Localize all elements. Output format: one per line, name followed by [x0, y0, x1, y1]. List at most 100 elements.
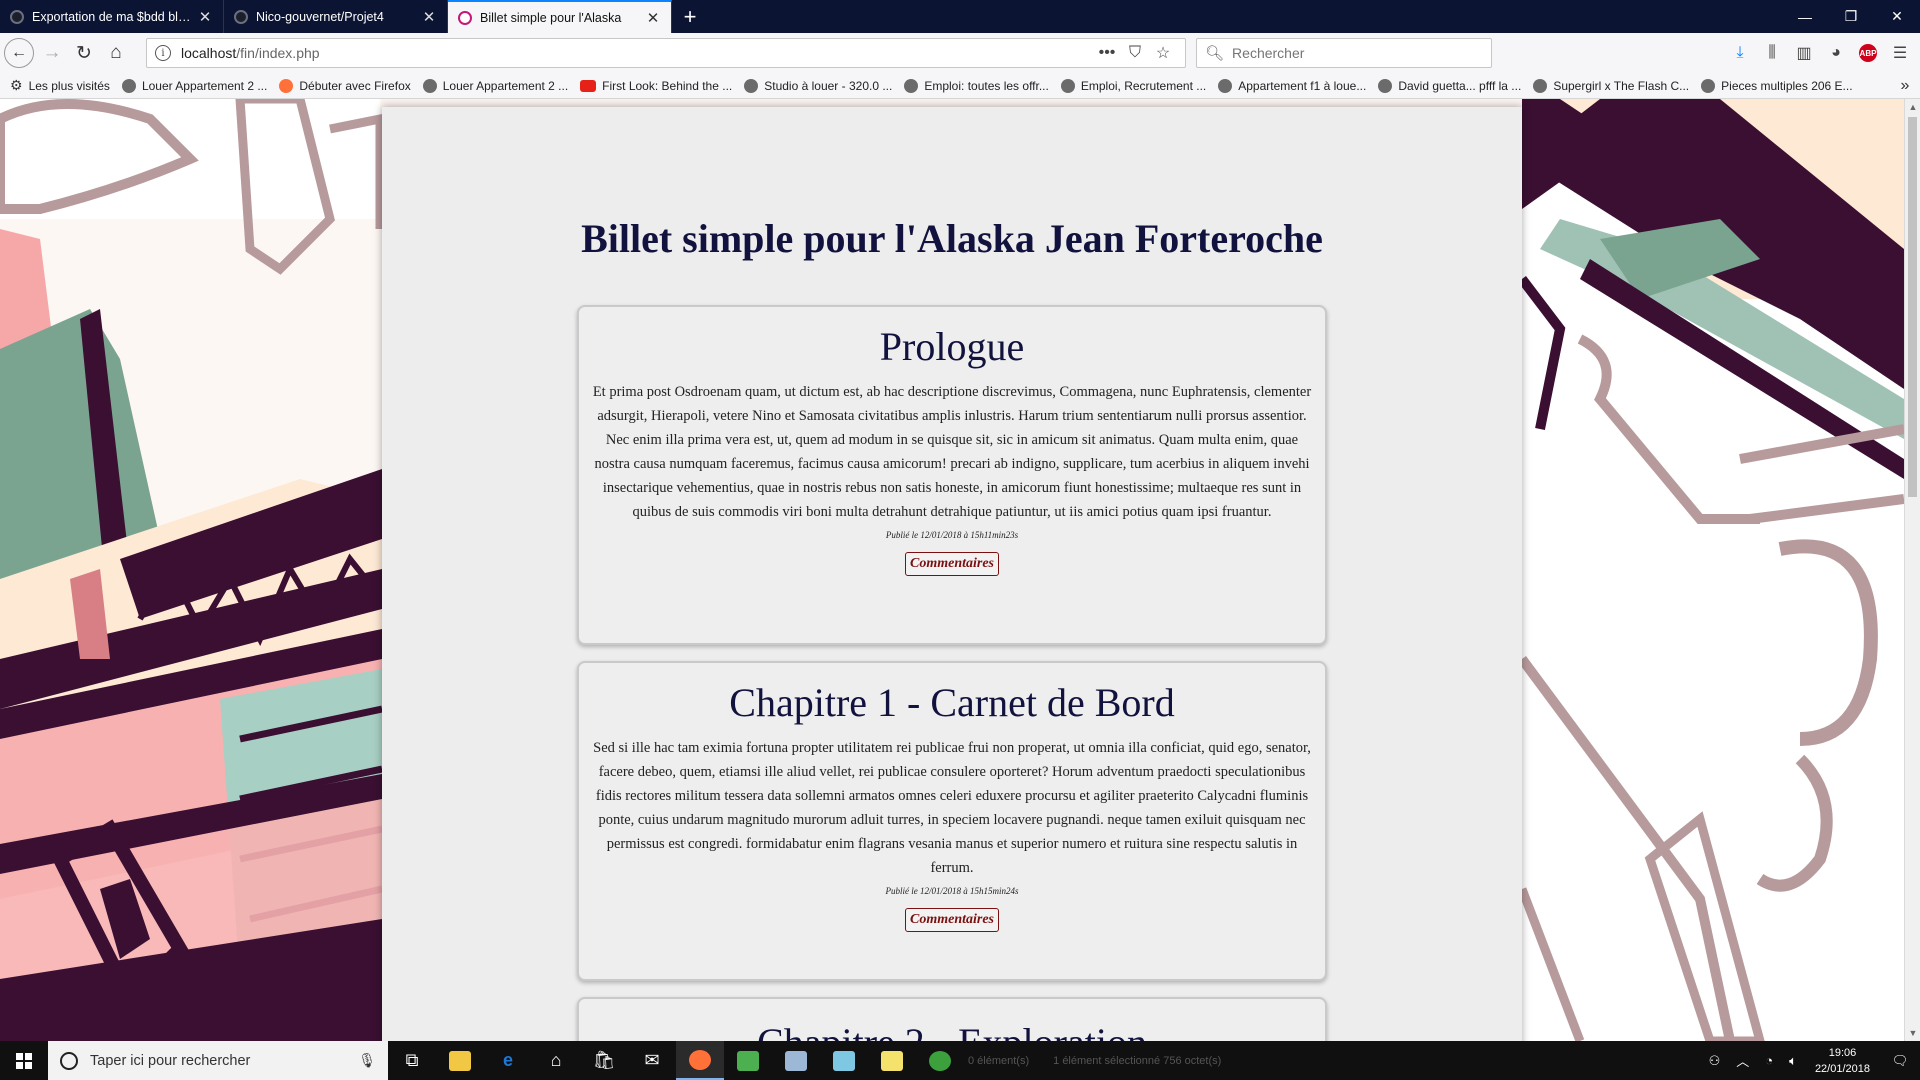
bookmark-item[interactable]: Emploi: toutes les offr... [904, 78, 1049, 93]
info-icon[interactable]: i [155, 45, 171, 61]
globe-icon [1218, 78, 1233, 93]
cortana-icon [60, 1051, 78, 1070]
forward-button[interactable]: → [36, 37, 68, 69]
globe-icon [121, 78, 136, 93]
blog-page: Billet simple pour l'Alaska Jean Fortero… [382, 107, 1522, 1041]
task-view-icon[interactable]: ⧉ [388, 1041, 436, 1080]
bookmark-star-icon[interactable]: ☆ [1149, 43, 1177, 63]
bookmark-item[interactable]: Appartement f1 à loue... [1218, 78, 1367, 93]
people-icon[interactable]: ⚇ [1701, 1053, 1729, 1069]
bookmark-item[interactable]: David guetta... pfff la ... [1378, 78, 1521, 93]
home-icon[interactable]: ⌂ [532, 1041, 580, 1080]
post-title[interactable]: Prologue [589, 323, 1315, 370]
bookmark-label: Pieces multiples 206 E... [1721, 78, 1853, 93]
vertical-scrollbar[interactable]: ▲ ▼ [1904, 99, 1920, 1041]
bookmarks-overflow-button[interactable]: » [1890, 77, 1920, 95]
firefox-icon[interactable] [676, 1041, 724, 1080]
clock-time: 19:06 [1828, 1046, 1857, 1059]
mail-icon[interactable]: ✉ [628, 1041, 676, 1080]
globe-icon [744, 78, 759, 93]
spreadsheet-icon[interactable] [724, 1041, 772, 1080]
url-text[interactable]: localhost/fin/index.php [181, 45, 1093, 61]
reload-button[interactable]: ↻ [68, 37, 100, 69]
windows-taskbar: Taper ici pour rechercher 🎙︎ ⧉ e ⌂ 🛍︎ ✉ … [0, 1041, 1920, 1080]
bookmark-label: Les plus visités [28, 78, 110, 93]
library-icon[interactable]: ⫼ [1756, 44, 1788, 62]
minimize-button[interactable]: — [1782, 0, 1828, 33]
notifications-icon[interactable]: 🗨︎ [1880, 1053, 1920, 1069]
post-title[interactable]: Chapitre 2 - Exploration [589, 1019, 1315, 1041]
bookmark-label: Débuter avec Firefox [299, 78, 411, 93]
tab-billet-simple[interactable]: Billet simple pour l'Alaska ✕ [448, 0, 672, 33]
taskbar-search[interactable]: Taper ici pour rechercher 🎙︎ [48, 1041, 388, 1080]
sticky-notes-icon[interactable] [868, 1041, 916, 1080]
arrow-left-icon: ← [11, 44, 27, 61]
toolbar-icons: ⤓ ⫼ ▥ ◕ ABP ☰ [1724, 43, 1916, 63]
notepad-icon[interactable] [820, 1041, 868, 1080]
cookie-icon[interactable]: ◕ [1820, 44, 1852, 62]
reload-icon: ↻ [76, 42, 92, 64]
new-tab-button[interactable]: + [672, 0, 708, 33]
bookmark-label: Appartement f1 à loue... [1238, 78, 1367, 93]
back-button[interactable]: ← [4, 38, 34, 68]
post-title[interactable]: Chapitre 1 - Carnet de Bord [589, 679, 1315, 726]
bookmark-label: Emploi, Recrutement ... [1080, 78, 1207, 93]
wifi-icon[interactable]: ◔ [1757, 1053, 1781, 1068]
bookmark-item[interactable]: Louer Appartement 2 ... [422, 78, 568, 93]
file-explorer-icon[interactable] [436, 1041, 484, 1080]
page-actions-icon[interactable]: ••• [1093, 44, 1121, 62]
arrow-right-icon: → [42, 42, 62, 63]
bookmark-item[interactable]: ⚙ Les plus visités [10, 77, 110, 94]
globe-icon [904, 78, 919, 93]
bookmark-item[interactable]: Louer Appartement 2 ... [121, 78, 267, 93]
tab-projet4[interactable]: Nico-gouvernet/Projet4 ✕ [224, 0, 448, 33]
status-count: 0 élément(s) [968, 1054, 1030, 1067]
taskbar-search-placeholder: Taper ici pour rechercher [90, 1052, 251, 1069]
bookmark-item[interactable]: Débuter avec Firefox [279, 78, 411, 93]
scroll-down-arrow-icon[interactable]: ▼ [1905, 1025, 1920, 1041]
page-viewport: Billet simple pour l'Alaska Jean Fortero… [0, 99, 1904, 1041]
restore-button[interactable]: ❐ [1828, 0, 1874, 33]
close-tab-icon[interactable]: ✕ [421, 8, 437, 26]
address-bar[interactable]: i localhost/fin/index.php ••• ⛉ ☆ [146, 38, 1186, 68]
close-tab-icon[interactable]: ✕ [645, 9, 661, 27]
blog-title: Billet simple pour l'Alaska Jean Fortero… [581, 216, 1323, 261]
bookmarks-toolbar: ⚙ Les plus visités Louer Appartement 2 ..… [0, 73, 1920, 99]
search-input[interactable] [1232, 45, 1473, 61]
scroll-up-arrow-icon[interactable]: ▲ [1905, 99, 1920, 115]
bookmark-item[interactable]: Studio à louer - 320.0 ... [744, 78, 892, 93]
tab-exportation[interactable]: Exportation de ma $bdd blog.s ✕ [0, 0, 224, 33]
close-tab-icon[interactable]: ✕ [197, 8, 213, 26]
bookmark-item[interactable]: Emploi, Recrutement ... [1060, 78, 1207, 93]
scroll-thumb[interactable] [1908, 117, 1917, 497]
bookmark-item[interactable]: First Look: Behind the ... [580, 79, 732, 93]
bookmark-label: Supergirl x The Flash C... [1553, 78, 1690, 93]
network-icon[interactable] [772, 1041, 820, 1080]
store-icon[interactable]: 🛍︎ [580, 1041, 628, 1080]
download-icon[interactable]: ⤓ [1724, 44, 1756, 62]
chevron-up-icon[interactable]: ︿ [1728, 1051, 1757, 1070]
bookmark-item[interactable]: Pieces multiples 206 E... [1701, 78, 1853, 93]
edge-icon[interactable]: e [484, 1041, 532, 1080]
pinned-apps: ⧉ e ⌂ 🛍︎ ✉ [388, 1041, 964, 1080]
microphone-icon[interactable]: 🎙︎ [358, 1052, 376, 1069]
comments-button[interactable]: Commentaires [904, 552, 999, 576]
home-button[interactable]: ⌂ [100, 37, 132, 69]
pocket-icon[interactable]: ⛉ [1121, 44, 1149, 62]
github-icon [10, 9, 24, 24]
volume-icon[interactable]: 🔈︎ [1781, 1053, 1805, 1069]
search-box[interactable]: 🔍︎ [1196, 38, 1492, 68]
menu-icon[interactable]: ☰ [1884, 43, 1916, 63]
adblock-icon[interactable]: ABP [1859, 44, 1877, 62]
sidebar-icon[interactable]: ▥ [1788, 43, 1820, 63]
bookmark-item[interactable]: Supergirl x The Flash C... [1533, 78, 1690, 93]
start-button[interactable] [0, 1041, 48, 1080]
comments-button[interactable]: Commentaires [904, 908, 999, 932]
close-window-button[interactable]: ✕ [1874, 0, 1920, 33]
green-app-icon[interactable] [916, 1041, 964, 1080]
post-date: Publié le 12/01/2018 à 15h15min24s [885, 886, 1019, 896]
url-host: localhost [181, 45, 237, 61]
system-tray: ⚇ ︿ ◔ 🔈︎ 19:06 22/01/2018 🗨︎ [1701, 1041, 1920, 1080]
clock[interactable]: 19:06 22/01/2018 [1805, 1045, 1880, 1077]
youtube-icon [580, 79, 597, 92]
